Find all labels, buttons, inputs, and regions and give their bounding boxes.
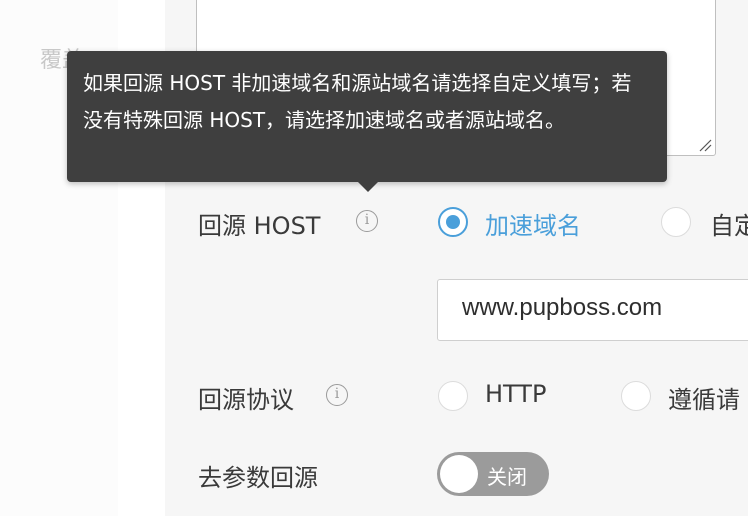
host-row-label: 回源 HOST — [198, 212, 321, 240]
radio-accelerated-domain-label[interactable]: 加速域名 — [485, 206, 581, 241]
radio-accelerated-domain[interactable] — [438, 207, 468, 237]
param-toggle[interactable]: 关闭 — [437, 452, 549, 496]
radio-follow-request[interactable] — [621, 381, 651, 411]
protocol-row-label: 回源协议 — [198, 386, 294, 414]
radio-follow-request-label[interactable]: 遵循请 — [668, 380, 740, 415]
info-icon[interactable]: i — [356, 210, 378, 232]
host-input[interactable]: www.pupboss.com — [437, 279, 748, 341]
radio-custom[interactable] — [661, 207, 691, 237]
info-icon[interactable]: i — [326, 384, 348, 406]
tooltip-arrow — [357, 181, 379, 192]
resize-grip-icon[interactable] — [698, 138, 712, 152]
radio-http-label[interactable]: HTTP — [485, 380, 546, 408]
param-row-label: 去参数回源 — [198, 464, 318, 492]
radio-custom-label[interactable]: 自定 — [710, 206, 748, 241]
tooltip: 如果回源 HOST 非加速域名和源站域名请选择自定义填写；若没有特殊回源 HOS… — [67, 51, 667, 182]
toggle-label: 关闭 — [487, 465, 527, 489]
toggle-knob — [440, 455, 478, 493]
radio-http[interactable] — [438, 381, 468, 411]
tooltip-text: 如果回源 HOST 非加速域名和源站域名请选择自定义填写；若没有特殊回源 HOS… — [83, 71, 632, 132]
